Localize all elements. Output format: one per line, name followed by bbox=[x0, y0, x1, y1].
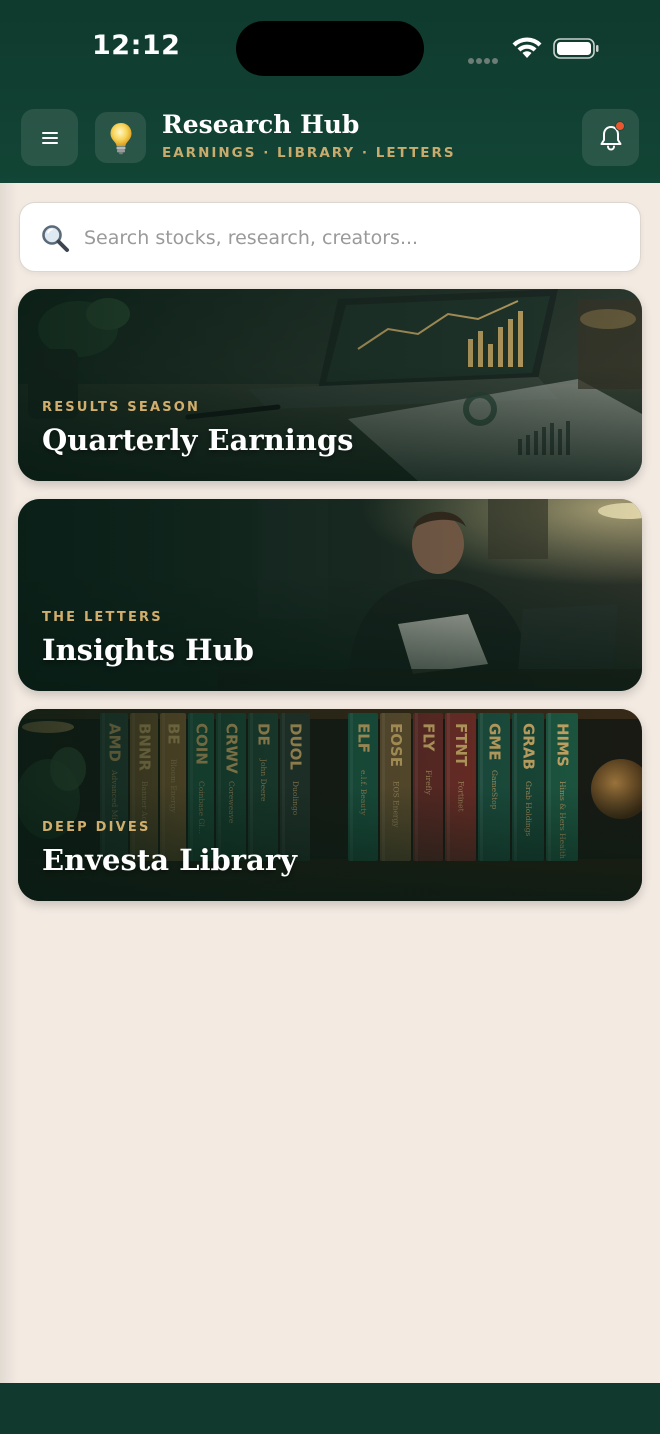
app-subtitle: EARNINGS · LIBRARY · LETTERS bbox=[162, 145, 456, 161]
bottom-bar bbox=[0, 1383, 660, 1434]
card-title: Insights Hub bbox=[42, 633, 254, 667]
quarterly-earnings-card[interactable]: RESULTS SEASON Quarterly Earnings bbox=[18, 289, 642, 481]
app-title: Research Hub bbox=[162, 110, 360, 139]
card-eyebrow: THE LETTERS bbox=[42, 610, 163, 625]
notification-badge bbox=[615, 121, 625, 131]
menu-button[interactable] bbox=[21, 109, 78, 166]
card-eyebrow: DEEP DIVES bbox=[42, 820, 151, 835]
status-time: 12:12 bbox=[92, 30, 181, 61]
lightbulb-icon bbox=[110, 122, 131, 154]
status-bar: 12:12 bbox=[0, 0, 660, 96]
search-bar[interactable] bbox=[19, 202, 641, 272]
hamburger-menu-icon bbox=[41, 131, 58, 144]
page-edge-shadow bbox=[0, 183, 18, 1383]
card-title: Quarterly Earnings bbox=[42, 423, 354, 457]
app-logo bbox=[95, 112, 146, 163]
search-input[interactable] bbox=[84, 217, 624, 259]
dynamic-island bbox=[236, 21, 424, 76]
wifi-icon bbox=[512, 37, 542, 58]
search-icon bbox=[42, 225, 69, 252]
cellular-signal-icon bbox=[468, 51, 502, 64]
app-header: 12:12 Research Hub EARNINGS · LIBRARY · … bbox=[0, 0, 660, 183]
envesta-library-card[interactable]: AMDAdvanced Mi...BNNRBanner Acq...BEBloo… bbox=[18, 709, 642, 901]
card-eyebrow: RESULTS SEASON bbox=[42, 400, 201, 415]
card-title: Envesta Library bbox=[42, 843, 297, 877]
insights-hub-card[interactable]: THE LETTERS Insights Hub bbox=[18, 499, 642, 691]
battery-icon bbox=[553, 38, 599, 59]
notifications-button[interactable] bbox=[582, 109, 639, 166]
